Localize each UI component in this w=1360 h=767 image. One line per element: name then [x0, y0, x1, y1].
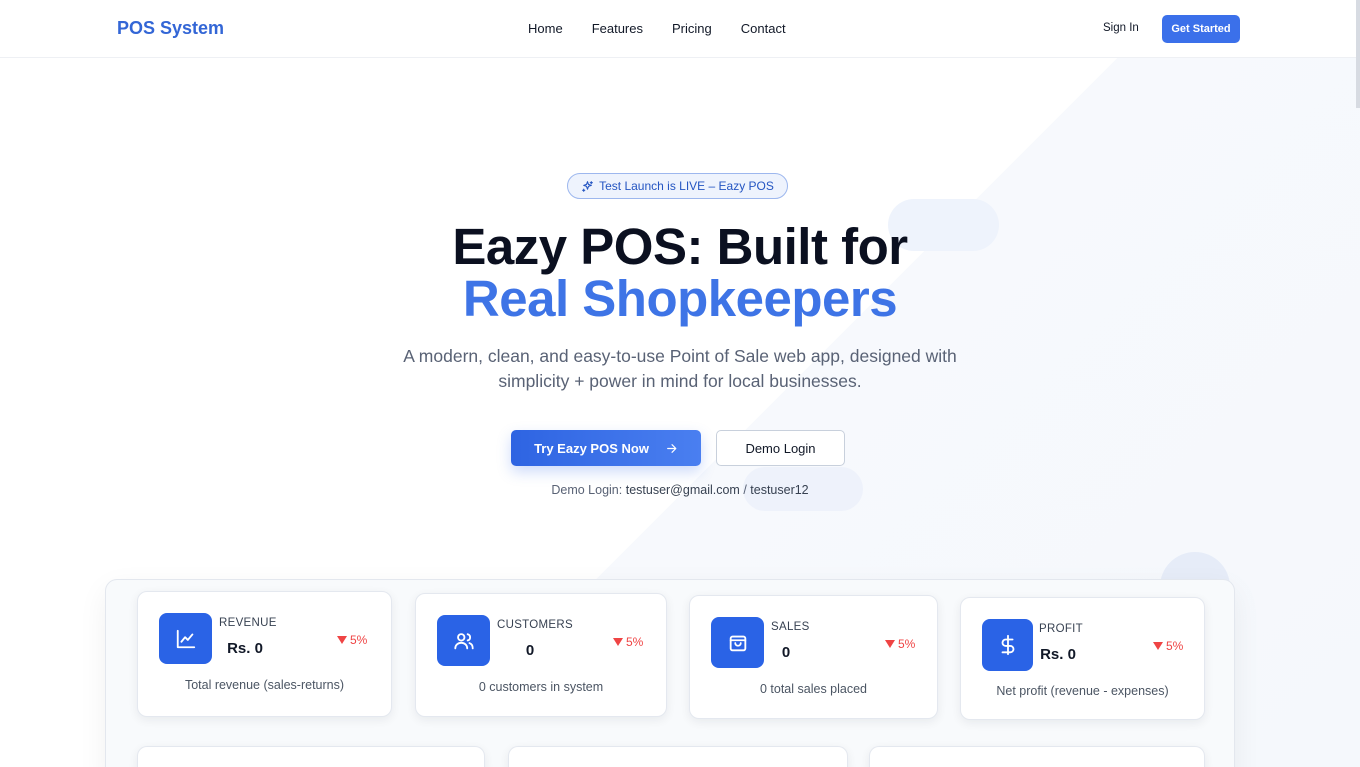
stat-change: 5% [337, 633, 367, 647]
stat-card-customers: CUSTOMERS 0 5% 0 customers in system [415, 593, 667, 717]
stat-description: 0 total sales placed [759, 682, 867, 696]
stat-change-value: 5% [626, 635, 644, 649]
dollar-icon [982, 619, 1033, 671]
stat-change: 5% [613, 635, 643, 649]
down-triangle-icon [1153, 642, 1163, 650]
stat-label: SALES [771, 621, 810, 633]
users-icon [437, 615, 490, 666]
stat-change: 5% [885, 637, 915, 651]
brand-logo[interactable]: POS System [117, 18, 224, 39]
stat-value: 0 [525, 642, 535, 659]
chart-card [137, 746, 485, 767]
hero-subtitle-line1: A modern, clean, and easy-to-use Point o… [403, 346, 957, 366]
nav-link-pricing[interactable]: Pricing [672, 21, 712, 36]
down-triangle-icon [613, 638, 623, 646]
demo-email: testuser@gmail.com [625, 483, 740, 497]
hero-title-line2: Real Shopkeepers [462, 270, 898, 327]
stat-description: Total revenue (sales-returns) [184, 678, 345, 692]
stat-value: Rs. 0 [1040, 646, 1076, 663]
stat-description: 0 customers in system [478, 680, 604, 694]
scrollbar-thumb[interactable] [1356, 0, 1360, 108]
demo-credentials: Demo Login: testuser@gmail.com / testuse… [0, 483, 1360, 497]
badge-text: Test Launch is LIVE – Eazy POS [599, 179, 774, 193]
get-started-button[interactable]: Get Started [1162, 15, 1240, 43]
demo-label: Demo Login: [551, 483, 626, 497]
demo-login-button[interactable]: Demo Login [716, 430, 845, 466]
down-triangle-icon [885, 640, 895, 648]
down-triangle-icon [337, 636, 347, 644]
top-navbar: POS System Home Features Pricing Contact… [0, 0, 1360, 58]
stat-change-value: 5% [1166, 639, 1184, 653]
hero-subtitle-line2: simplicity + power in mind for local bus… [498, 371, 862, 391]
stat-card-revenue: REVENUE Rs. 0 5% Total revenue (sales-re… [137, 591, 392, 717]
arrow-right-icon [667, 443, 677, 453]
nav-link-features[interactable]: Features [592, 21, 643, 36]
stat-card-profit: PROFIT Rs. 0 5% Net profit (revenue - ex… [960, 597, 1205, 720]
stat-label: REVENUE [219, 617, 277, 629]
stat-label: PROFIT [1039, 623, 1083, 635]
chart-card [508, 746, 848, 767]
chart-card [869, 746, 1205, 767]
try-button-label: Try Eazy POS Now [534, 440, 649, 456]
nav-links: Home Features Pricing Contact [528, 21, 786, 36]
hero-title-line1: Eazy POS: Built for [452, 218, 908, 275]
dashboard-preview: REVENUE Rs. 0 5% Total revenue (sales-re… [105, 579, 1235, 767]
stat-card-sales: SALES 0 5% 0 total sales placed [689, 595, 938, 719]
sign-in-link[interactable]: Sign In [1103, 22, 1139, 34]
nav-link-home[interactable]: Home [528, 21, 563, 36]
stat-label: CUSTOMERS [497, 619, 573, 631]
try-eazy-pos-button[interactable]: Try Eazy POS Now [511, 430, 701, 466]
nav-link-contact[interactable]: Contact [741, 21, 786, 36]
sparkles-icon [582, 180, 594, 192]
demo-separator: / [739, 483, 751, 497]
stat-value: Rs. 0 [227, 640, 263, 657]
stat-change: 5% [1153, 639, 1183, 653]
launch-badge: Test Launch is LIVE – Eazy POS [567, 173, 788, 199]
stat-change-value: 5% [350, 633, 368, 647]
stat-value: 0 [781, 644, 791, 661]
hero-subtitle: A modern, clean, and easy-to-use Point o… [380, 344, 980, 394]
stat-description: Net profit (revenue - expenses) [996, 684, 1169, 698]
stat-change-value: 5% [898, 637, 916, 651]
demo-password: testuser12 [750, 483, 809, 497]
